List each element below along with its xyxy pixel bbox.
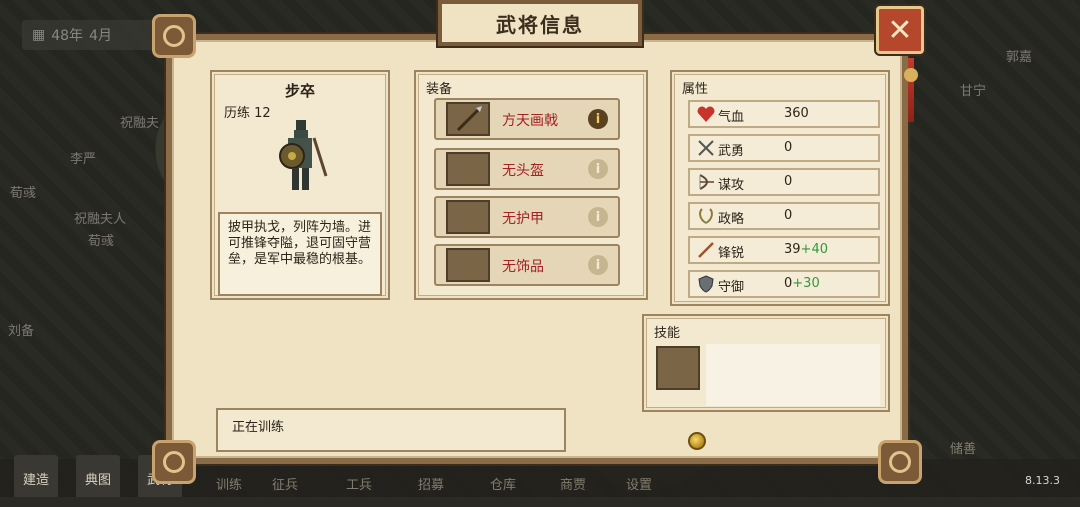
skills-panel: 技能 bbox=[642, 314, 890, 412]
armor-slot[interactable] bbox=[446, 200, 490, 234]
equipment-slot-weapon[interactable]: 方天画戟 i bbox=[434, 98, 620, 140]
status-bar: 正在训练 bbox=[216, 408, 566, 452]
attribute-name: 守御 bbox=[718, 280, 745, 295]
date-month: 4月 bbox=[89, 28, 112, 44]
attribute-name: 政略 bbox=[718, 212, 745, 227]
corner-ornament bbox=[152, 14, 196, 58]
attribute-row: 锋锐 39+40 bbox=[688, 236, 880, 264]
unit-name: 步卒 bbox=[284, 82, 315, 100]
attribute-row: 谋攻 0 bbox=[688, 168, 880, 196]
info-icon[interactable]: i bbox=[588, 255, 608, 275]
equipment-title: 装备 bbox=[426, 82, 453, 97]
attribute-name: 谋攻 bbox=[718, 178, 745, 193]
experience-label: 历练 bbox=[224, 106, 251, 121]
unit-experience: 历练 12 bbox=[224, 102, 271, 121]
attributes-title: 属性 bbox=[682, 82, 709, 97]
attribute-row: 政略 0 bbox=[688, 202, 880, 230]
tassel-ornament bbox=[904, 58, 918, 122]
skills-title: 技能 bbox=[654, 326, 681, 341]
skill-description-area bbox=[706, 344, 880, 406]
map-label: 刘备 bbox=[8, 324, 35, 339]
attribute-value: 39+40 bbox=[784, 242, 828, 257]
map-label: 郭嘉 bbox=[1006, 50, 1033, 65]
soldier-portrait-icon bbox=[279, 120, 328, 190]
equipment-label: 方天画戟 bbox=[502, 113, 558, 129]
skill-slot[interactable] bbox=[656, 346, 700, 390]
corner-ornament bbox=[878, 440, 922, 484]
attribute-row: 武勇 0 bbox=[688, 134, 880, 162]
map-label: 李严 bbox=[70, 152, 97, 167]
build-menu-button[interactable]: 建造 bbox=[14, 455, 58, 497]
experience-value: 12 bbox=[254, 106, 271, 121]
map-label: 祝融夫人 bbox=[74, 212, 127, 227]
bottom-menu-label[interactable]: 招募 bbox=[418, 474, 444, 493]
info-icon[interactable]: i bbox=[588, 207, 608, 227]
bottom-menu-label[interactable]: 征兵 bbox=[272, 474, 298, 493]
halberd-icon bbox=[456, 106, 482, 132]
equipment-label: 无护甲 bbox=[502, 211, 544, 227]
bottom-menu-label[interactable]: 商贾 bbox=[560, 474, 586, 493]
map-label: 荀彧 bbox=[10, 186, 37, 201]
coin-icon[interactable] bbox=[688, 432, 706, 450]
map-label: 祝融夫 bbox=[120, 116, 160, 131]
bottom-menu-label[interactable]: 训练 bbox=[216, 474, 242, 493]
crossed-swords-icon bbox=[698, 140, 714, 156]
equipment-slot-helmet[interactable]: 无头盔 i bbox=[434, 148, 620, 190]
corner-ornament bbox=[152, 440, 196, 484]
accessory-slot[interactable] bbox=[446, 248, 490, 282]
equipment-label: 无饰品 bbox=[502, 259, 544, 275]
info-icon[interactable]: i bbox=[588, 109, 608, 129]
bow-icon bbox=[699, 174, 714, 190]
equipment-panel: 装备 方天画戟 i 无头盔 i 无护甲 i 无饰品 i bbox=[414, 70, 648, 300]
attribute-value: 0 bbox=[784, 174, 793, 189]
attribute-value: 0 bbox=[784, 208, 793, 223]
version-label: 8.13.3 bbox=[1025, 474, 1060, 487]
helmet-slot[interactable] bbox=[446, 152, 490, 186]
attributes-panel: 属性 气血 360 武勇 0 谋攻 0 政略 0 锋锐 39+40 守御 0+3… bbox=[670, 70, 890, 306]
attribute-value: 0+30 bbox=[784, 276, 820, 291]
weapon-slot[interactable] bbox=[446, 102, 490, 136]
attribute-name: 锋锐 bbox=[718, 246, 745, 261]
map-label: 储善 bbox=[950, 442, 977, 457]
calendar-icon: ▦ bbox=[32, 27, 46, 43]
attribute-row: 气血 360 bbox=[688, 100, 880, 128]
map-menu-button[interactable]: 典图 bbox=[76, 455, 120, 497]
status-text: 正在训练 bbox=[232, 420, 285, 435]
laurel-icon bbox=[699, 208, 713, 224]
equipment-slot-accessory[interactable]: 无饰品 i bbox=[434, 244, 620, 286]
close-button[interactable]: ✕ bbox=[876, 6, 924, 54]
attribute-value: 0 bbox=[784, 140, 793, 155]
map-label: 甘宁 bbox=[960, 84, 987, 99]
dialog-title: 武将信息 bbox=[438, 0, 642, 46]
bottom-menu-label[interactable]: 工兵 bbox=[346, 474, 372, 493]
map-label: 荀彧 bbox=[88, 234, 115, 249]
bottom-menu-label[interactable]: 仓库 bbox=[490, 474, 516, 493]
attribute-name: 气血 bbox=[718, 110, 745, 125]
shield-icon bbox=[698, 275, 714, 293]
info-icon[interactable]: i bbox=[588, 159, 608, 179]
unit-card: 步卒 历练 12 披甲执戈，列阵为墙。进可推锋夺隘，退可固守营垒，是军中最稳的根… bbox=[210, 70, 390, 300]
date-year: 48年 bbox=[51, 28, 84, 44]
attribute-value: 360 bbox=[784, 106, 809, 121]
bottom-menu-label[interactable]: 设置 bbox=[626, 474, 652, 493]
date-display: ▦ 48年 4月 bbox=[22, 20, 172, 50]
sword-icon bbox=[698, 242, 714, 258]
unit-description: 披甲执戈，列阵为墙。进可推锋夺隘，退可固守营垒，是军中最稳的根基。 bbox=[218, 212, 382, 296]
equipment-slot-armor[interactable]: 无护甲 i bbox=[434, 196, 620, 238]
attribute-row: 守御 0+30 bbox=[688, 270, 880, 298]
equipment-label: 无头盔 bbox=[502, 163, 544, 179]
attribute-name: 武勇 bbox=[718, 144, 745, 159]
heart-icon bbox=[697, 106, 715, 122]
